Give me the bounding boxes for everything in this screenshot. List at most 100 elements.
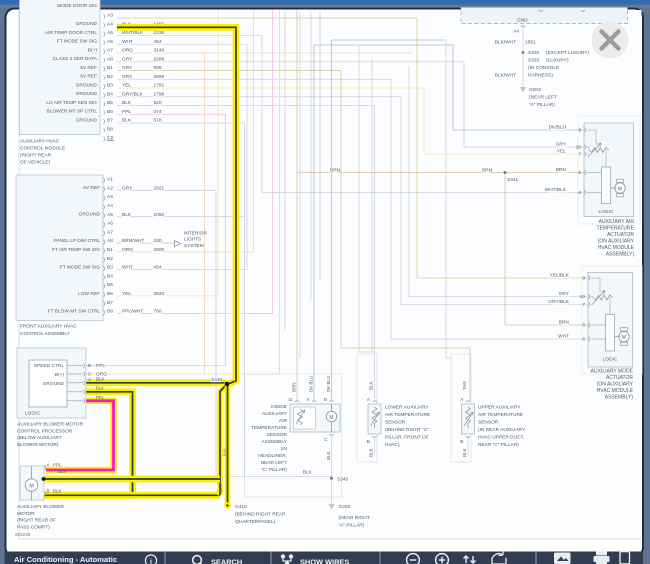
- svg-text:SENSOR: SENSOR: [267, 432, 288, 438]
- svg-text:S333: S333: [528, 58, 540, 64]
- svg-text:WHT/BLK: WHT/BLK: [545, 187, 567, 193]
- svg-text:GROUND: GROUND: [76, 91, 98, 97]
- svg-text:BLK/WHT: BLK/WHT: [495, 40, 516, 46]
- svg-text:B3: B3: [107, 265, 113, 271]
- svg-text:LIGHTS: LIGHTS: [184, 237, 201, 243]
- svg-text:GND: GND: [517, 18, 528, 24]
- svg-text:A1: A1: [107, 177, 113, 183]
- svg-text:QUARTERPANEL): QUARTERPANEL): [235, 519, 276, 525]
- svg-text:B4: B4: [107, 273, 113, 279]
- svg-text:GROUND: GROUND: [43, 381, 65, 387]
- svg-text:YEL/BLK: YEL/BLK: [550, 273, 570, 279]
- svg-text:BLK: BLK: [122, 100, 132, 106]
- svg-text:760: 760: [154, 309, 162, 315]
- svg-text:10: 10: [580, 294, 586, 300]
- svg-text:CLASS 2 SER DATA: CLASS 2 SER DATA: [53, 56, 98, 62]
- svg-text:GROUND: GROUND: [76, 82, 98, 88]
- svg-text:LO AIR TEMP SEN SIG: LO AIR TEMP SEN SIG: [46, 100, 97, 106]
- svg-text:BLK: BLK: [368, 381, 373, 390]
- svg-text:AUXILIARY BLOWER: AUXILIARY BLOWER: [17, 504, 65, 510]
- svg-text:TEMPERATURE: TEMPERATURE: [597, 226, 635, 232]
- svg-text:MODE DOOR SIG: MODE DOOR SIG: [57, 3, 97, 9]
- svg-text:374: 374: [154, 109, 162, 115]
- svg-text:B6: B6: [107, 109, 113, 115]
- svg-text:CONTROL PROCESSOR: CONTROL PROCESSOR: [17, 428, 73, 434]
- svg-text:BLK: BLK: [58, 469, 67, 474]
- svg-text:GRY/BLK: GRY/BLK: [122, 91, 144, 97]
- svg-text:(BEHIND RIGHT “C”: (BEHIND RIGHT “C”: [385, 427, 429, 433]
- svg-text:A5: A5: [107, 212, 113, 218]
- svg-text:i: i: [150, 559, 152, 564]
- svg-text:SYSTEM: SYSTEM: [184, 243, 204, 249]
- svg-text:MOTOR: MOTOR: [17, 511, 35, 517]
- svg-text:(BEHIND RIGHT REAR: (BEHIND RIGHT REAR: [235, 512, 286, 518]
- svg-text:PANEL LP DIM CTRL: PANEL LP DIM CTRL: [54, 238, 101, 244]
- svg-text:A6: A6: [107, 39, 113, 45]
- svg-text:GRY: GRY: [122, 65, 133, 71]
- svg-text:GRY: GRY: [122, 185, 133, 191]
- svg-text:DK/BLU: DK/BLU: [549, 125, 567, 131]
- svg-text:ASSEMBLY: ASSEMBLY: [261, 439, 287, 445]
- svg-text:SENSOR: SENSOR: [385, 420, 406, 426]
- svg-text:“A” PILLAR): “A” PILLAR): [339, 523, 365, 529]
- svg-text:AIR TEMPERATURE: AIR TEMPERATURE: [478, 412, 523, 418]
- svg-text:A8: A8: [107, 238, 113, 244]
- svg-text:A6: A6: [107, 221, 113, 227]
- svg-text:AIR TEMPERATURE: AIR TEMPERATURE: [385, 412, 430, 418]
- svg-text:HVAC UPPER DUCT,: HVAC UPPER DUCT,: [478, 435, 524, 441]
- svg-text:A5: A5: [107, 30, 113, 36]
- svg-text:INTERIOR: INTERIOR: [184, 231, 207, 237]
- svg-text:CONTROL MODULE: CONTROL MODULE: [20, 146, 65, 152]
- svg-text:S440: S440: [211, 377, 223, 383]
- svg-text:GRY: GRY: [559, 291, 570, 297]
- svg-text:B5: B5: [107, 100, 113, 106]
- svg-text:AUXILIARY MODE: AUXILIARY MODE: [591, 369, 634, 375]
- svg-text:GROUND: GROUND: [79, 212, 101, 218]
- svg-text:B(+): B(+): [55, 372, 65, 378]
- svg-text:9: 9: [582, 276, 585, 282]
- svg-text:OF VEHICLE): OF VEHICLE): [20, 160, 51, 166]
- svg-text:BLK: BLK: [122, 212, 132, 218]
- svg-text:BLK: BLK: [122, 118, 132, 124]
- svg-text:GRY: GRY: [122, 74, 133, 80]
- svg-text:A7: A7: [107, 48, 113, 54]
- svg-text:(LUXURY): (LUXURY): [546, 58, 569, 64]
- svg-text:(RIGHT REAR OF: (RIGHT REAR OF: [17, 518, 56, 524]
- svg-text:AIR TEMP DOOR CTRL: AIR TEMP DOOR CTRL: [45, 30, 97, 36]
- svg-text:B7: B7: [107, 300, 113, 306]
- svg-text:ACTUATOR: ACTUATOR: [606, 375, 633, 381]
- svg-text:7: 7: [578, 152, 581, 158]
- svg-text:HEADLINER,: HEADLINER,: [258, 453, 287, 459]
- svg-text:SHOW WIRES: SHOW WIRES: [300, 558, 349, 564]
- svg-text:1851: 1851: [525, 40, 536, 46]
- svg-text:(BELOW AUXILIARY: (BELOW AUXILIARY: [17, 435, 63, 441]
- svg-text:SEARCH: SEARCH: [211, 558, 242, 564]
- svg-text:GROUND: GROUND: [76, 117, 98, 123]
- svg-text:S345: S345: [337, 477, 349, 483]
- svg-text:A3: A3: [107, 13, 113, 19]
- svg-text:B: B: [324, 397, 327, 403]
- svg-text:(IN CONSOLE: (IN CONSOLE: [528, 65, 559, 71]
- svg-text:A8: A8: [107, 56, 113, 62]
- svg-text:B7: B7: [107, 118, 113, 124]
- svg-text:(NEAR LEFT: (NEAR LEFT: [529, 95, 557, 101]
- svg-text:M: M: [622, 335, 626, 341]
- svg-text:(ON AUXILIARY: (ON AUXILIARY: [598, 239, 635, 245]
- svg-text:M: M: [29, 483, 33, 489]
- svg-text:FT AIR TEMP SW SIG: FT AIR TEMP SW SIG: [52, 247, 100, 253]
- svg-text:NEAR “C” PILLAR): NEAR “C” PILLAR): [478, 442, 519, 448]
- svg-text:LOGIC: LOGIC: [599, 209, 614, 215]
- svg-text:WHT: WHT: [558, 334, 569, 340]
- svg-text:BRN: BRN: [330, 167, 341, 173]
- svg-text:“A” PILLAR): “A” PILLAR): [529, 102, 555, 108]
- svg-text:B: B: [88, 363, 91, 369]
- svg-text:AIR: AIR: [279, 418, 288, 424]
- svg-text:AUXILIARY: AUXILIARY: [262, 411, 288, 417]
- svg-text:DK BLU: DK BLU: [326, 376, 331, 392]
- svg-text:BLOWER MT SP CTRL: BLOWER MT SP CTRL: [47, 109, 98, 115]
- svg-text:WHT/BLK: WHT/BLK: [122, 30, 144, 36]
- svg-text:WHT: WHT: [122, 39, 133, 45]
- svg-text:GROUND: GROUND: [76, 21, 98, 27]
- svg-text:5V REF: 5V REF: [80, 65, 97, 71]
- svg-text:A3: A3: [107, 194, 113, 200]
